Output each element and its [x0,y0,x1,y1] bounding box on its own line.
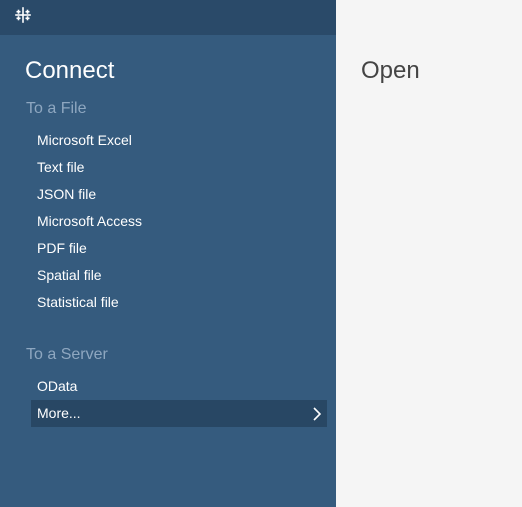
top-bar [0,0,336,35]
connector-microsoft-excel[interactable]: Microsoft Excel [31,127,327,154]
to-a-server-heading: To a Server [26,346,108,363]
connector-odata[interactable]: OData [31,373,327,400]
chevron-right-icon [313,407,321,421]
connector-json-file[interactable]: JSON file [31,181,327,208]
connector-text-file[interactable]: Text file [31,154,327,181]
connector-statistical-file[interactable]: Statistical file [31,289,327,316]
server-connector-list: OData More... [31,373,327,427]
connector-spatial-file[interactable]: Spatial file [31,262,327,289]
to-a-file-heading: To a File [26,100,87,117]
connector-microsoft-access[interactable]: Microsoft Access [31,208,327,235]
open-title: Open [361,57,420,84]
connector-pdf-file[interactable]: PDF file [31,235,327,262]
tableau-logo-icon[interactable] [14,6,32,24]
connect-title: Connect [25,57,115,84]
more-servers-button[interactable]: More... [31,400,327,427]
open-pane: Open [336,0,522,507]
connect-pane: Connect To a File Microsoft Excel Text f… [0,0,336,507]
start-page: Connect To a File Microsoft Excel Text f… [0,0,522,507]
more-servers-label: More... [37,405,81,421]
file-connector-list: Microsoft Excel Text file JSON file Micr… [31,127,327,316]
